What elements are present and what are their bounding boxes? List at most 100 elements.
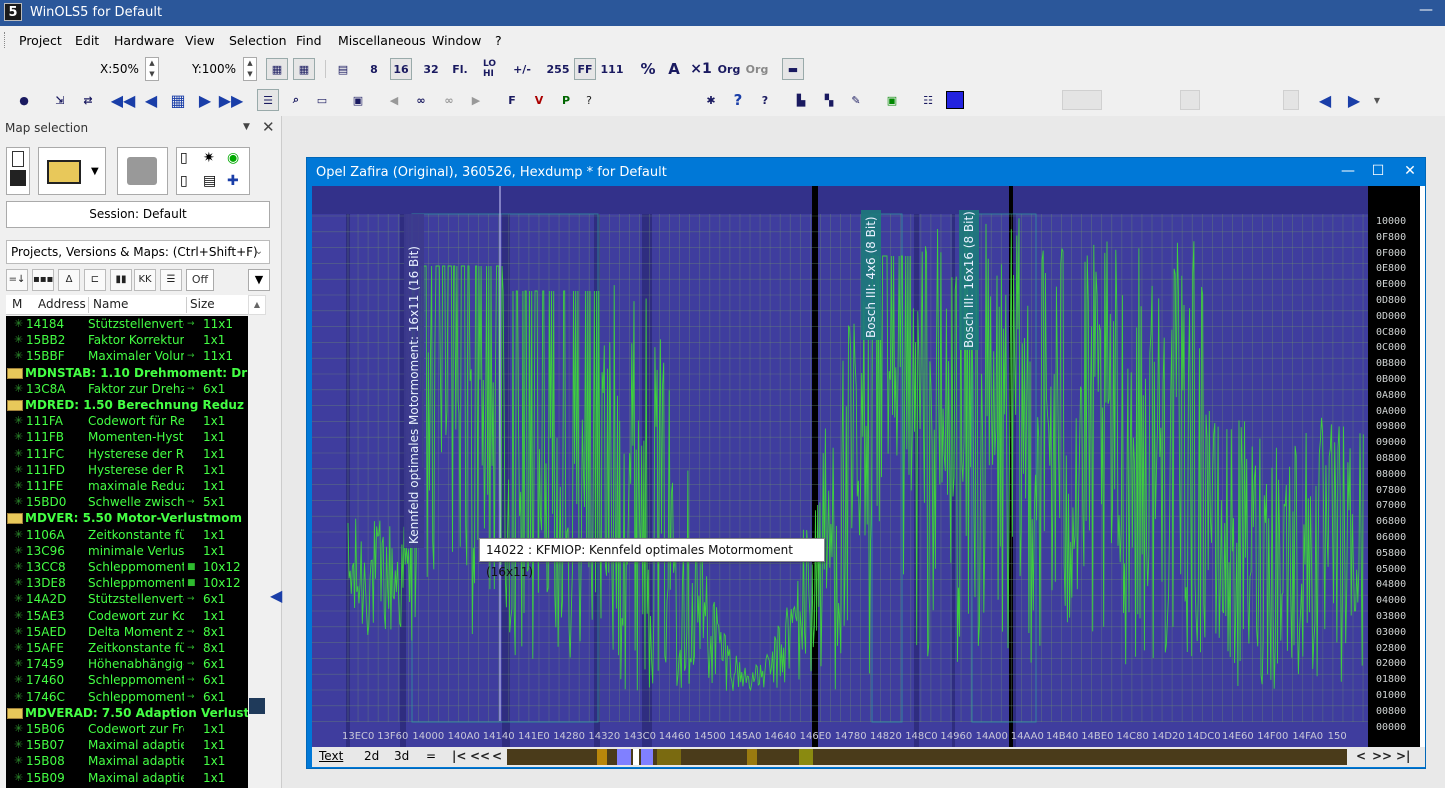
filter-equal-icon[interactable]: =↓ <box>6 269 28 291</box>
import-icon[interactable]: ⇲ <box>49 89 71 111</box>
y-zoom-stepper[interactable]: ▲ ▼ <box>243 57 257 81</box>
nav-first-button[interactable]: |< <box>452 749 466 763</box>
factor-button[interactable]: ×1 <box>690 58 712 80</box>
globe-icon[interactable]: ◉ <box>227 150 239 166</box>
vertical-scrollbar[interactable] <box>1420 186 1425 747</box>
percent-button[interactable]: % <box>637 58 659 80</box>
map-row[interactable]: ✳111FE maximale Reduzie 1x1 <box>6 478 248 494</box>
map-row[interactable]: ✳ 17460 Schleppmoment → 6x1 <box>6 672 248 688</box>
map-row[interactable]: ✳15B07 Maximal adaptierl 1x1 <box>6 737 248 753</box>
map-row[interactable]: ✳ 17459 Höhenabhängige → 6x1 <box>6 656 248 672</box>
map-folder-row[interactable]: MDVER: 5.50 Motor-Verlustmom <box>6 510 248 526</box>
map-row[interactable]: ✳ 1106A Zeitkonstante für 1x1 <box>6 527 248 543</box>
edit-chart-icon[interactable]: ▚ <box>818 89 840 111</box>
map-label[interactable]: Bosch III: 4x6 (8 Bit) <box>864 216 878 338</box>
menu-project[interactable]: Project <box>19 33 62 48</box>
bit8-button[interactable]: 8 <box>363 58 385 80</box>
new-map-icon[interactable]: ▯ <box>180 150 188 166</box>
map-row[interactable]: ✳ 13DE8 Schleppmoment ■ 10x12 <box>6 575 248 591</box>
last-icon[interactable]: ▶▶ <box>219 89 244 111</box>
panel-close-icon[interactable]: ✕ <box>262 118 275 136</box>
nav-page-back-button[interactable]: << <box>470 749 490 763</box>
edit-map-icon[interactable]: ▯ <box>180 173 188 189</box>
back-icon[interactable]: ◀ <box>383 89 405 111</box>
map-row[interactable]: ✳ 14184 Stützstellenvertei → 11x1 <box>6 316 248 332</box>
filter-delta-icon[interactable]: Δ <box>58 269 80 291</box>
session-button[interactable]: Session: Default <box>6 201 270 228</box>
x-zoom-stepper[interactable]: ▲ ▼ <box>145 57 159 81</box>
map-folder-row[interactable]: MDRED: 1.50 Berechnung Reduz <box>6 397 248 413</box>
map-row[interactable]: ✳ 15AFE Zeitkonstante für → 8x1 <box>6 640 248 656</box>
panel-icon[interactable]: ▬ <box>782 58 804 80</box>
sign-button[interactable]: +/- <box>511 58 533 80</box>
overview-strip[interactable] <box>507 749 1347 765</box>
compare-icon[interactable]: ⇄ <box>77 89 99 111</box>
question-icon[interactable]: ? <box>727 89 749 111</box>
map-row[interactable]: ✳ 14A2D Stützstellenvertei → 6x1 <box>6 591 248 607</box>
grid-icon[interactable]: ▤ <box>332 58 354 80</box>
export-icon[interactable]: ▣ <box>881 89 903 111</box>
forward-icon[interactable]: ▶ <box>465 89 487 111</box>
window-close-icon[interactable]: ✕ <box>1400 163 1420 179</box>
menu-hardware[interactable]: Hardware <box>114 33 174 48</box>
menu-help[interactable]: ? <box>495 33 502 48</box>
column-name[interactable]: Name <box>93 297 128 311</box>
binoculars-alt-icon[interactable]: ∞ <box>438 89 460 111</box>
scrollbar-thumb[interactable] <box>249 698 265 714</box>
menu-edit[interactable]: Edit <box>75 33 99 48</box>
new-document-icon[interactable] <box>12 151 24 167</box>
filter-dimension-icon[interactable]: ⊏ <box>84 269 106 291</box>
filter-bits-icon[interactable]: ▪▪▪ <box>32 269 54 291</box>
minimize-button[interactable]: — <box>1419 2 1433 18</box>
collapse-arrow-icon[interactable]: ◀ <box>270 586 282 608</box>
tools-icon[interactable]: ✱ <box>700 89 722 111</box>
map-row[interactable]: ✳ 111FC Hysterese der Re 1x1 <box>6 446 248 462</box>
chart-icon[interactable]: ▙ <box>790 89 812 111</box>
first-icon[interactable]: ◀◀ <box>111 89 136 111</box>
map-row[interactable]: ✳ 13C8A Faktor zur Drehza → 6x1 <box>6 381 248 397</box>
nav-page-forward-button[interactable]: >> <box>1372 749 1392 763</box>
menu-view[interactable]: View <box>185 33 215 48</box>
map-row[interactable]: ✳ 1746C Schleppmoment → 6x1 <box>6 689 248 705</box>
p-button-icon[interactable]: P <box>555 89 577 111</box>
tab-text[interactable]: Text <box>319 749 343 763</box>
map-row[interactable]: ✳ 15AE3 Codewort zur Kor 1x1 <box>6 608 248 624</box>
float-button[interactable]: Fl. <box>449 58 471 80</box>
binoculars-icon[interactable]: ∞ <box>410 89 432 111</box>
map-row[interactable]: ✳15BD0 Schwelle zwischer→ 5x1 <box>6 494 248 510</box>
nav-back-button[interactable]: < <box>492 749 502 763</box>
f-button-icon[interactable]: F <box>501 89 523 111</box>
nav-forward-button[interactable]: < <box>1356 749 1366 763</box>
map-label[interactable]: Bosch III: 16x16 (8 Bit) <box>962 211 976 348</box>
filter-signal-icon[interactable]: ▮▮ <box>110 269 132 291</box>
column-m[interactable]: M <box>12 297 22 311</box>
dec-button[interactable]: 255 <box>547 58 570 80</box>
list-scroll-up-button[interactable]: ▲ <box>248 295 266 315</box>
menu-miscellaneous[interactable]: Miscellaneous <box>338 33 426 48</box>
table-icon[interactable]: ▦ <box>167 89 189 111</box>
next-map-icon[interactable]: ▶ <box>1343 89 1365 111</box>
map-row[interactable]: ✳13C96 minimale Verlustn 1x1 <box>6 543 248 559</box>
hex-button[interactable]: FF <box>574 58 596 80</box>
map-row[interactable]: ✳ 111FD Hysterese der Re 1x1 <box>6 462 248 478</box>
original-button[interactable]: Org <box>718 58 741 80</box>
original-diff-button[interactable]: Org <box>746 58 769 80</box>
map-row[interactable]: ✳15B09 Maximal adaptierl 1x1 <box>6 770 248 786</box>
projects-combo[interactable]: Projects, Versions & Maps: (Ctrl+Shift+F… <box>6 240 270 264</box>
lohi-button[interactable]: LO HI <box>483 58 505 80</box>
window-minimize-icon[interactable]: — <box>1338 163 1358 179</box>
search-window-icon[interactable]: ⌕ <box>285 89 307 111</box>
save-icon[interactable] <box>10 170 26 186</box>
settings-icon[interactable]: ☷ <box>917 89 939 111</box>
hex-view-alt-icon[interactable]: ▦ <box>293 58 315 80</box>
dropdown-icon[interactable]: ▼ <box>1366 89 1388 111</box>
map-row[interactable]: ✳ 15B06 Codewort zur Frei 1x1 <box>6 721 248 737</box>
map-row[interactable]: ✳ 15BB2 Faktor Korrektur 1x1 <box>6 332 248 348</box>
list-view-icon[interactable]: ☰ <box>257 89 279 111</box>
window-icon[interactable]: ▣ <box>347 89 369 111</box>
column-size[interactable]: Size <box>190 297 215 311</box>
puzzle-icon[interactable]: ✚ <box>227 173 239 189</box>
map-row[interactable]: ✳15AED Delta Moment zur→ 8x1 <box>6 624 248 640</box>
prev-map-icon[interactable]: ◀ <box>1314 89 1336 111</box>
project-properties-button[interactable] <box>117 147 168 195</box>
